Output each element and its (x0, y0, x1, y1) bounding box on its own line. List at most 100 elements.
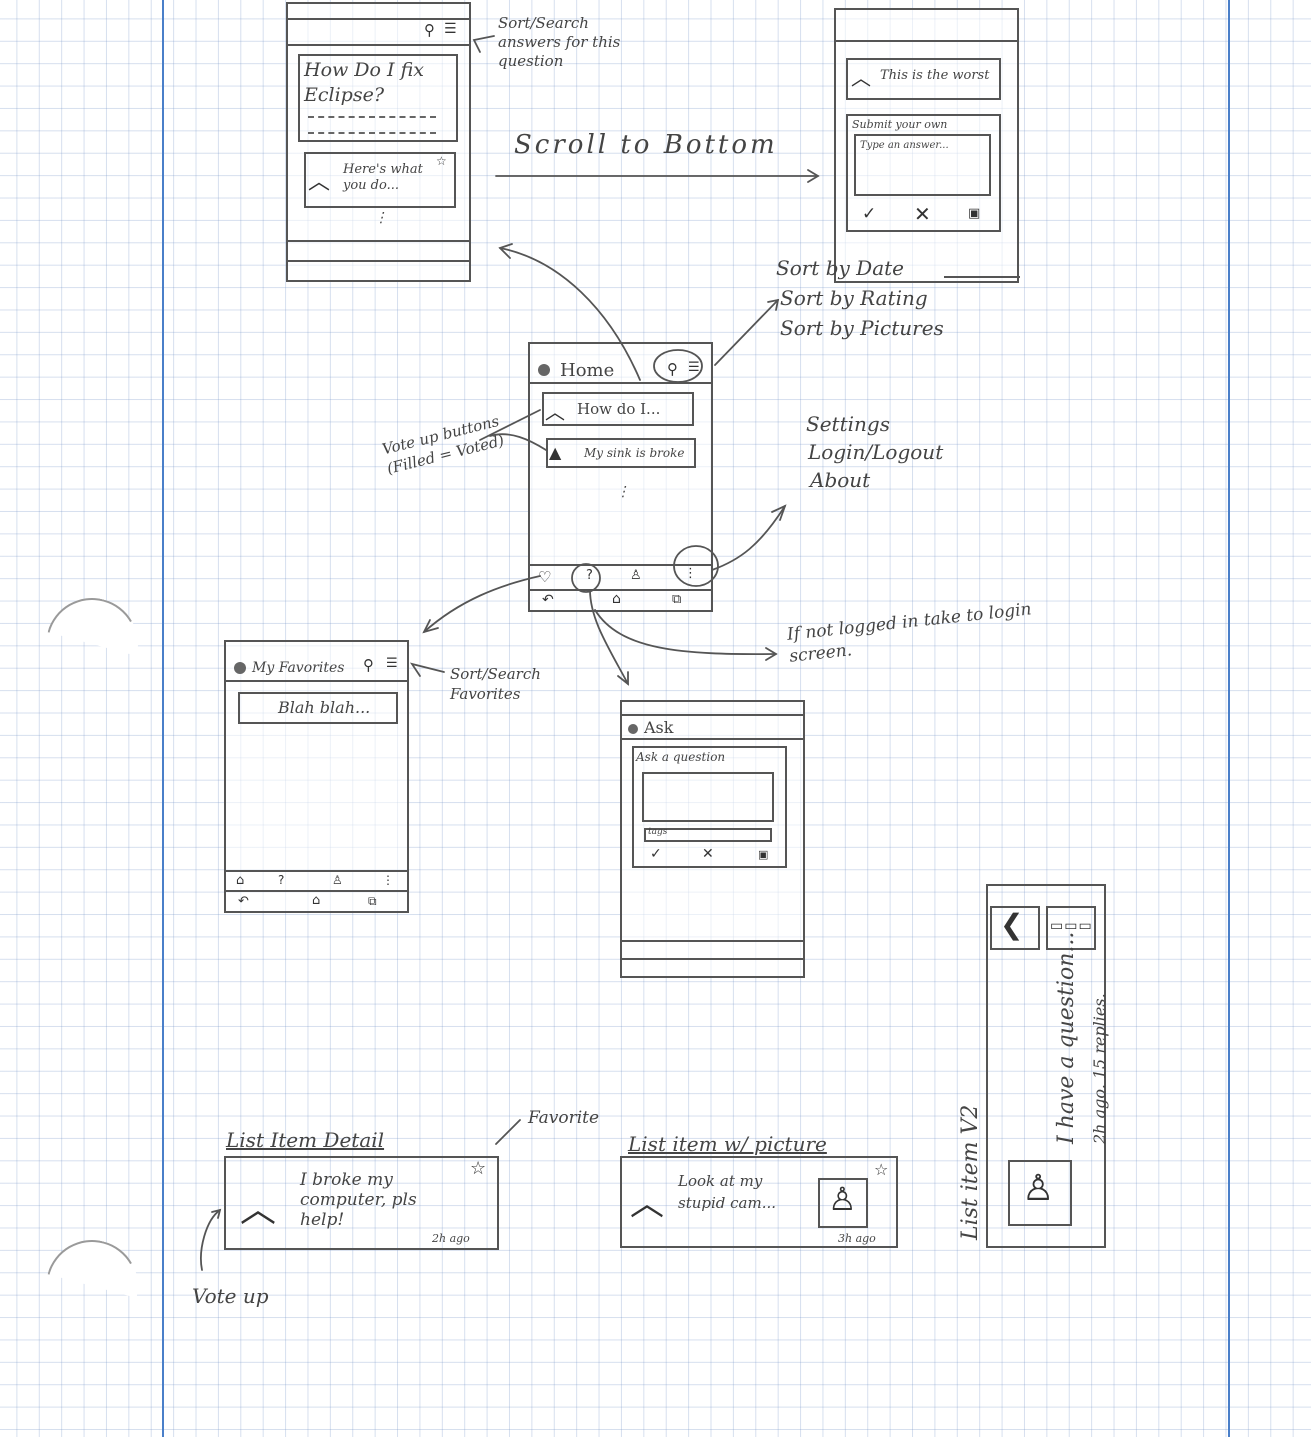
list-item-detail-heading: List Item Detail (226, 1128, 385, 1152)
favorites-screen: My Favorites ⚲ ☰ Blah blah... ⌂ ? ♙ ⋮ ↶ … (224, 640, 409, 913)
answer-text: Here's what you do... (343, 162, 423, 193)
recent-apps-icon[interactable]: ⧉ (672, 592, 681, 607)
camera-icon[interactable]: ▣ (758, 848, 768, 861)
favorites-title: My Favorites (252, 660, 345, 676)
scroll-to-bottom-note: Scroll to Bottom (514, 130, 778, 160)
home-screen: Home ⚲ ☰ ︿ How do I... ▲ My sink is brok… (528, 342, 713, 612)
sort-option: Sort by Pictures (780, 316, 944, 340)
question-screen: ⚲ ☰ How Do I fix Eclipse? ︿ Here's what … (286, 2, 471, 282)
vote-up-icon[interactable]: ︿ (630, 1176, 664, 1225)
more-indicator: ⋮ (374, 210, 388, 226)
tags-label: tags (648, 827, 668, 837)
left-margin-line (162, 0, 164, 1437)
list-item-picture-time: 3h ago (838, 1232, 876, 1245)
menu-option: Login/Logout (808, 440, 944, 464)
menu-arrow (711, 505, 786, 571)
scroll-arrow-head (807, 169, 820, 183)
sort-favorites-arrow (409, 662, 445, 677)
menu-icon[interactable]: ⋮ (382, 873, 394, 887)
home-icon[interactable]: ⌂ (236, 873, 244, 888)
login-arrow-head (765, 647, 778, 661)
vote-up-icon[interactable]: ︿ (851, 62, 871, 91)
ask-question-icon[interactable]: ? (586, 568, 593, 583)
favorites-arrow (423, 575, 541, 633)
vote-up-buttons-note: Vote up buttons (Filled = Voted) (380, 411, 506, 478)
answer-text: This is the worst (880, 68, 990, 83)
ask-screen: Ask Ask a question tags ✓ ✕ ▣ (620, 700, 805, 978)
search-icon[interactable]: ⚲ (363, 656, 374, 674)
menu-dots-icon[interactable]: ⋮ (684, 566, 697, 581)
favorite-star-icon[interactable]: ☆ (436, 154, 447, 168)
question-input[interactable] (642, 772, 774, 822)
more-indicator: ⋮ (616, 484, 630, 500)
cancel-x-icon[interactable]: ✕ (702, 846, 714, 862)
answer-placeholder: Type an answer... (860, 140, 949, 151)
submit-check-icon[interactable]: ✓ (862, 204, 876, 224)
camera-icon[interactable]: ▣ (968, 206, 980, 221)
favorite-star-icon[interactable]: ☆ (874, 1160, 888, 1179)
login-redirect-note: If not logged in take to login screen. (786, 599, 1033, 667)
ask-question-icon[interactable]: ? (278, 873, 284, 887)
search-icon[interactable]: ⚲ (667, 360, 678, 378)
menu-option: Settings (806, 412, 890, 436)
submit-check-icon[interactable]: ✓ (650, 846, 662, 862)
ask-label: Ask a question (636, 750, 726, 764)
app-logo-icon (234, 662, 246, 674)
back-icon[interactable]: ↶ (238, 894, 249, 909)
list-item-v2-meta: 2h ago. 15 replies. (1090, 993, 1109, 1144)
right-margin-line (1228, 0, 1230, 1437)
ask-arrow-head (617, 671, 629, 686)
chevron-left-icon: ❮ (1000, 908, 1024, 941)
sort-options-arrow (714, 299, 779, 366)
list-item-v2-text: I have a question... (1054, 931, 1079, 1144)
person-icon: ♙ (828, 1180, 857, 1218)
question-bottom-screen: ︿ This is the worst Submit your own Type… (834, 8, 1019, 283)
vote-up-note: Vote up (192, 1284, 269, 1308)
sort-option: Sort by Rating (780, 286, 928, 310)
vote-up-icon[interactable]: ︿ (308, 164, 330, 196)
recent-apps-icon[interactable]: ⧉ (368, 894, 377, 909)
sort-answers-arrow (472, 35, 495, 53)
sort-search-favorites-note: Sort/Search Favorites (450, 665, 541, 703)
sort-icon[interactable]: ☰ (386, 656, 398, 671)
vote-up-arrow-head (211, 1208, 222, 1219)
list-item-v2-heading: List item V2 (958, 1104, 983, 1240)
home-title: Home (560, 360, 615, 381)
vote-up-icon[interactable]: ︿ (240, 1180, 276, 1232)
person-icon: ♙ (1022, 1168, 1055, 1209)
vote-up-icon[interactable]: ︿ (545, 396, 565, 425)
binder-hole-top (36, 588, 149, 701)
sort-options-arrow-head (767, 298, 780, 311)
favorite-arrow (495, 1119, 521, 1145)
list-item-text: My sink is broke (584, 446, 685, 460)
login-arrow (594, 609, 777, 656)
favorites-heart-icon[interactable]: ♡ (538, 568, 551, 586)
list-item-picture-heading: List item w/ picture (628, 1132, 827, 1156)
profile-icon[interactable]: ♙ (630, 568, 642, 583)
profile-icon[interactable]: ♙ (332, 873, 343, 887)
cancel-x-icon[interactable]: ✕ (914, 202, 931, 226)
vote-up-arrow (200, 1209, 221, 1271)
home-to-question-arrow-head (498, 243, 513, 259)
home-icon[interactable]: ⌂ (612, 591, 621, 607)
submit-label: Submit your own (852, 118, 948, 131)
favorite-star-icon[interactable]: ☆ (470, 1158, 486, 1179)
favorites-arrow-head (422, 619, 439, 634)
home-icon[interactable]: ⌂ (312, 893, 320, 908)
binder-hole-bottom (36, 1230, 149, 1343)
menu-option: About (810, 468, 871, 492)
search-icon[interactable]: ⚲ (424, 21, 435, 39)
back-icon[interactable]: ↶ (542, 592, 554, 608)
favorite-item-text: Blah blah... (278, 698, 371, 717)
ask-title: Ask (644, 718, 674, 737)
voted-up-filled-icon[interactable]: ▲ (549, 443, 561, 462)
list-item-detail-time: 2h ago (432, 1232, 470, 1245)
app-logo-icon (628, 724, 638, 734)
list-item-picture-text: Look at my stupid cam... (678, 1172, 777, 1212)
underline-mark (944, 276, 1020, 278)
list-item-text: How do I... (577, 400, 661, 418)
sort-option: Sort by Date (776, 256, 904, 280)
favorite-note: Favorite (528, 1108, 600, 1128)
sort-icon[interactable]: ☰ (688, 360, 700, 375)
sort-icon[interactable]: ☰ (444, 21, 457, 37)
